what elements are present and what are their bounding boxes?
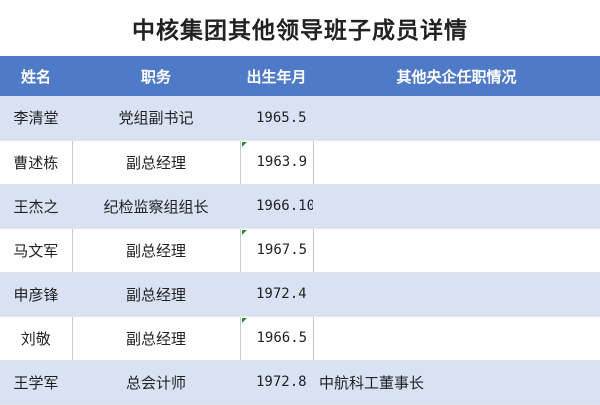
table-header-row: 姓名 职务 出生年月 其他央企任职情况: [0, 56, 600, 96]
cell-other: 中航科工董事长: [313, 360, 600, 405]
cell-name: 曹述栋: [0, 140, 72, 185]
cell-other: [312, 228, 600, 273]
cell-name: 王杰之: [0, 184, 72, 229]
cell-birth: 1967.5: [239, 228, 313, 273]
header-other-roles: 其他央企任职情况: [396, 67, 517, 86]
header-position: 职务: [140, 67, 171, 86]
cell-name: 申彦锋: [0, 272, 72, 317]
table-row: 刘敬 副总经理 1966.5: [0, 316, 600, 361]
cell-birth: 1965.5: [240, 96, 313, 141]
header-name: 姓名: [20, 67, 51, 86]
page-title: 中核集团其他领导班子成员详情: [132, 17, 468, 44]
header-birth: 出生年月: [246, 67, 307, 86]
cell-position: 副总经理: [71, 316, 240, 361]
cell-birth: 1963.9: [239, 140, 313, 185]
cell-other: [313, 272, 600, 317]
cell-other: [313, 184, 600, 229]
cell-position: 副总经理: [72, 272, 240, 317]
cell-position: 纪检监察组组长: [72, 184, 240, 229]
cell-name: 马文军: [0, 228, 72, 273]
cell-birth: 1966.5: [239, 316, 313, 361]
cell-birth-text: 1966.5: [256, 330, 308, 346]
cell-marker-icon: [241, 141, 247, 147]
cell-birth-text: 1967.5: [256, 242, 308, 258]
table-row: 王学军 总会计师 1972.8 中航科工董事长: [0, 360, 600, 405]
table-row: 马文军 副总经理 1967.5: [0, 228, 600, 273]
cell-other: [313, 96, 600, 141]
cell-name: 王学军: [0, 360, 72, 405]
cell-birth: 1966.10: [240, 184, 313, 229]
leader-table: 姓名 职务 出生年月 其他央企任职情况 李清堂 党组副书记 1965.5 曹述栋…: [0, 56, 600, 405]
cell-name: 刘敬: [0, 316, 72, 361]
cell-name: 李清堂: [0, 96, 72, 141]
cell-position: 总会计师: [72, 360, 240, 405]
table-row: 王杰之 纪检监察组组长 1966.10: [0, 184, 600, 229]
cell-position: 副总经理: [71, 228, 240, 273]
cell-birth-text: 1963.9: [256, 154, 308, 170]
cell-birth: 1972.8: [240, 360, 313, 405]
cell-other: [312, 316, 600, 361]
cell-position: 党组副书记: [72, 96, 240, 141]
table-row: 申彦锋 副总经理 1972.4: [0, 272, 600, 317]
table-row: 曹述栋 副总经理 1963.9: [0, 140, 600, 185]
cell-other: [312, 140, 600, 185]
table-row: 李清堂 党组副书记 1965.5: [0, 96, 600, 141]
cell-birth: 1972.4: [240, 272, 313, 317]
cell-marker-icon: [241, 229, 247, 235]
cell-position: 副总经理: [71, 140, 240, 185]
cell-marker-icon: [241, 317, 247, 323]
